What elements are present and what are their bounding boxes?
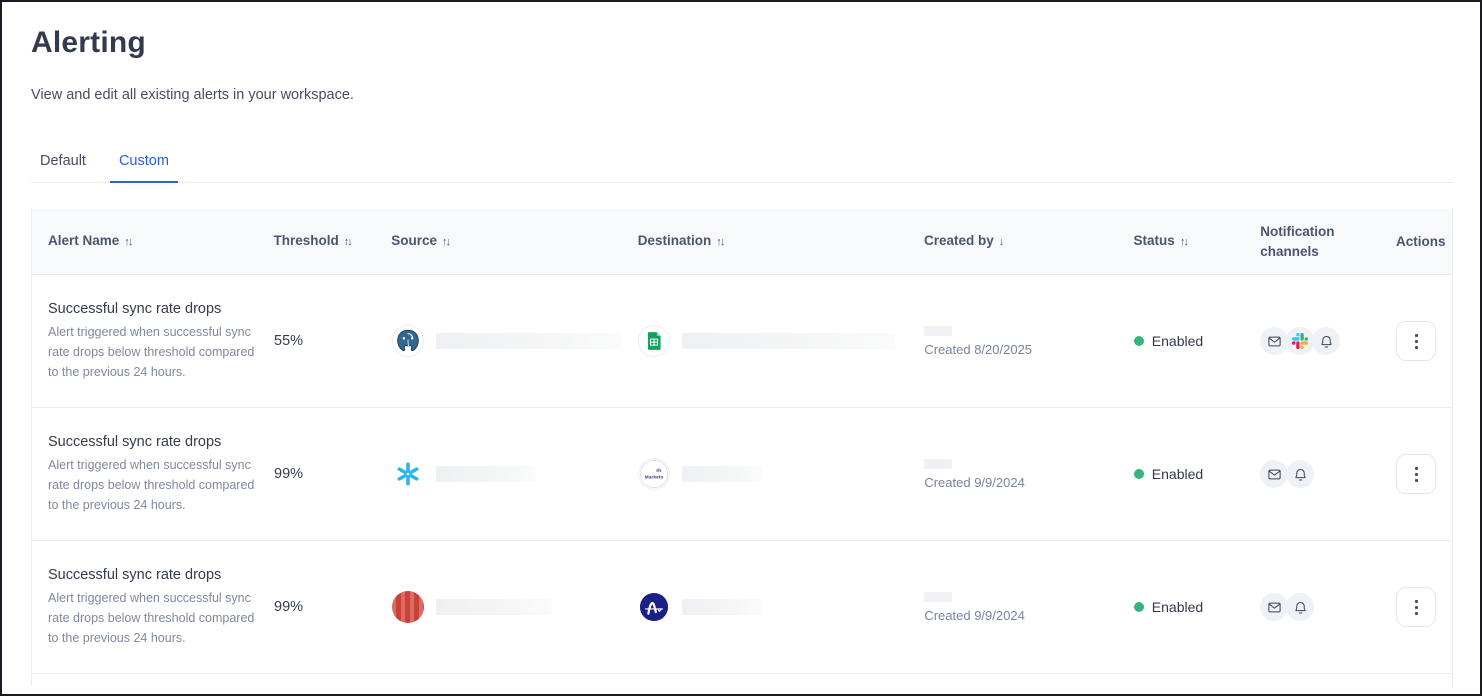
tab-custom[interactable]: Custom — [110, 147, 178, 183]
status-dot-icon — [1134, 336, 1144, 346]
column-header-actions: Actions — [1380, 232, 1452, 252]
sort-icon: ↑↓ — [442, 236, 449, 248]
source-cell — [392, 325, 622, 357]
created-by-cell: Created 9/9/2024 — [924, 459, 1117, 490]
marketo-icon: Marketo — [638, 458, 670, 490]
email-channel-icon — [1260, 327, 1288, 355]
alert-description: Alert triggered when successful sync rat… — [48, 455, 258, 515]
redacted-source-name — [436, 333, 621, 349]
redacted-user-name — [924, 459, 952, 469]
alert-name: Successful sync rate drops — [48, 567, 258, 583]
actions-menu-button[interactable] — [1396, 454, 1436, 494]
column-header-destination[interactable]: Destination ↑↓ — [622, 231, 908, 252]
alert-description: Alert triggered when successful sync rat… — [48, 588, 258, 648]
notification-channels — [1260, 460, 1380, 488]
column-label: Threshold — [273, 233, 338, 248]
status-badge: Enabled — [1134, 466, 1245, 482]
tab-bar: Default Custom — [31, 147, 1453, 183]
created-by-cell: Created 9/9/2024 — [924, 592, 1117, 623]
created-date: Created 8/20/2025 — [924, 342, 1117, 357]
column-label: Alert Name — [48, 233, 119, 248]
bell-channel-icon — [1286, 593, 1314, 621]
table-row-partial — [32, 673, 1452, 686]
page-subtitle: View and edit all existing alerts in you… — [31, 87, 1453, 103]
column-header-source[interactable]: Source ↑↓ — [375, 231, 621, 252]
redacted-source-name — [436, 466, 536, 482]
slack-channel-icon — [1286, 327, 1314, 355]
email-channel-icon — [1260, 593, 1288, 621]
redacted-source-name — [436, 599, 552, 615]
email-channel-icon — [1260, 460, 1288, 488]
source-cell — [392, 591, 622, 623]
google-sheets-icon — [638, 325, 670, 357]
tab-default[interactable]: Default — [31, 147, 95, 182]
created-date: Created 9/9/2024 — [924, 608, 1117, 623]
table-row: Successful sync rate drops Alert trigger… — [32, 407, 1452, 540]
redacted-destination-name — [682, 599, 762, 615]
notification-channels — [1260, 327, 1380, 355]
snowflake-icon — [392, 458, 424, 490]
threshold-value: 55% — [274, 333, 303, 349]
column-label: Actions — [1396, 234, 1446, 249]
column-label: Source — [391, 233, 437, 248]
status-dot-icon — [1134, 602, 1144, 612]
actions-menu-button[interactable] — [1396, 587, 1436, 627]
table-row: Successful sync rate drops Alert trigger… — [32, 274, 1452, 407]
created-by-cell: Created 8/20/2025 — [924, 326, 1117, 357]
alert-description: Alert triggered when successful sync rat… — [48, 322, 258, 382]
destination-cell — [638, 591, 908, 623]
threshold-value: 99% — [274, 466, 303, 482]
created-date: Created 9/9/2024 — [924, 475, 1117, 490]
page-title: Alerting — [31, 26, 1453, 60]
status-label: Enabled — [1152, 599, 1203, 615]
status-badge: Enabled — [1134, 599, 1245, 615]
postgresql-icon — [392, 325, 424, 357]
column-label: Notification channels — [1260, 224, 1334, 259]
sort-desc-icon: ↓ — [999, 236, 1003, 248]
alerting-page: Alerting View and edit all existing aler… — [0, 0, 1482, 696]
alerts-table: Alert Name ↑↓ Threshold ↑↓ Source ↑↓ Destin… — [31, 209, 1453, 686]
alert-name: Successful sync rate drops — [48, 301, 258, 317]
destination-cell — [638, 325, 908, 357]
column-header-alert-name[interactable]: Alert Name ↑↓ — [32, 231, 257, 252]
notification-channels — [1260, 593, 1380, 621]
amplitude-icon — [638, 591, 670, 623]
threshold-value: 99% — [274, 599, 303, 615]
status-dot-icon — [1134, 469, 1144, 479]
sort-icon: ↑↓ — [1180, 236, 1187, 248]
actions-menu-button[interactable] — [1396, 321, 1436, 361]
redacted-destination-name — [682, 333, 895, 349]
redshift-icon — [392, 591, 424, 623]
column-label: Status — [1134, 233, 1175, 248]
status-label: Enabled — [1152, 466, 1203, 482]
destination-cell: Marketo — [638, 458, 908, 490]
marketo-label: Marketo — [645, 474, 664, 480]
column-label: Destination — [638, 233, 712, 248]
redacted-user-name — [924, 326, 952, 336]
redacted-destination-name — [682, 466, 762, 482]
table-row: Successful sync rate drops Alert trigger… — [32, 540, 1452, 673]
alert-name: Successful sync rate drops — [48, 434, 258, 450]
sort-icon: ↑↓ — [716, 236, 723, 248]
bell-channel-icon — [1286, 460, 1314, 488]
column-header-notification-channels: Notification channels — [1244, 222, 1380, 262]
status-badge: Enabled — [1134, 333, 1245, 349]
column-header-status[interactable]: Status ↑↓ — [1118, 231, 1245, 252]
sort-icon: ↑↓ — [344, 236, 351, 248]
table-header: Alert Name ↑↓ Threshold ↑↓ Source ↑↓ Destin… — [32, 209, 1452, 274]
column-label: Created by — [924, 233, 994, 248]
sort-icon: ↑↓ — [124, 236, 131, 248]
column-header-threshold[interactable]: Threshold ↑↓ — [257, 231, 375, 252]
redacted-user-name — [924, 592, 952, 602]
status-label: Enabled — [1152, 333, 1203, 349]
column-header-created-by[interactable]: Created by ↓ — [908, 231, 1118, 252]
source-cell — [392, 458, 622, 490]
bell-channel-icon — [1312, 327, 1340, 355]
